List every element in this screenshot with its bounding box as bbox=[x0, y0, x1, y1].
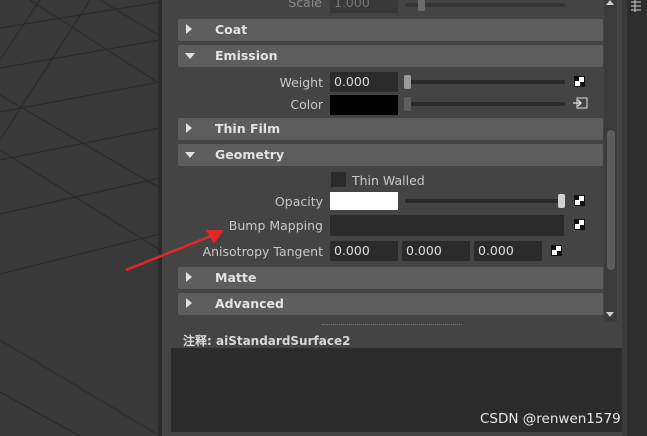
scale-label: Scale bbox=[288, 0, 322, 10]
watermark: CSDN @renwen1579 bbox=[480, 411, 621, 427]
scroll-down-arrow-icon[interactable] bbox=[606, 312, 614, 317]
section-matte[interactable]: Matte bbox=[178, 267, 603, 289]
anisotropy-tangent-x-field[interactable]: 0.000 bbox=[330, 241, 398, 261]
notes-label: 注释: aiStandardSurface2 bbox=[183, 334, 351, 348]
weight-slider[interactable] bbox=[405, 80, 565, 84]
section-emission[interactable]: Emission bbox=[178, 45, 603, 67]
scale-field[interactable]: 1.000 bbox=[330, 0, 398, 13]
section-geometry[interactable]: Geometry bbox=[178, 144, 603, 166]
color-swatch[interactable] bbox=[330, 95, 398, 115]
opacity-slider-handle[interactable] bbox=[558, 194, 565, 208]
section-thin-film[interactable]: Thin Film bbox=[178, 118, 603, 140]
checker-map-icon[interactable] bbox=[574, 219, 585, 230]
checker-map-icon[interactable] bbox=[574, 76, 585, 87]
anisotropy-tangent-z-field[interactable]: 0.000 bbox=[474, 241, 542, 261]
checker-map-icon[interactable] bbox=[574, 195, 585, 206]
section-geometry-label: Geometry bbox=[215, 147, 285, 162]
color-slider-handle[interactable] bbox=[404, 97, 411, 111]
weight-field[interactable]: 0.000 bbox=[330, 72, 398, 92]
checker-map-icon[interactable] bbox=[551, 245, 562, 256]
scroll-up-arrow-icon[interactable] bbox=[606, 0, 614, 5]
viewport-divider[interactable] bbox=[158, 0, 162, 436]
collapse-triangle-icon bbox=[185, 53, 195, 59]
attribute-editor-tab-icon[interactable] bbox=[630, 0, 642, 12]
section-thin-film-label: Thin Film bbox=[215, 121, 281, 136]
color-slider[interactable] bbox=[405, 102, 565, 106]
notes-splitter-handle[interactable] bbox=[322, 324, 462, 327]
scale-slider[interactable] bbox=[405, 3, 565, 7]
section-advanced-label: Advanced bbox=[215, 296, 284, 311]
side-tab-bar bbox=[627, 0, 647, 436]
viewport-grid bbox=[0, 0, 160, 436]
section-advanced[interactable]: Advanced bbox=[178, 293, 603, 315]
anisotropy-tangent-y-field[interactable]: 0.000 bbox=[402, 241, 470, 261]
expand-triangle-icon bbox=[186, 123, 192, 133]
weight-slider-handle[interactable] bbox=[404, 75, 411, 89]
viewport[interactable] bbox=[0, 0, 160, 436]
opacity-slider[interactable] bbox=[405, 199, 565, 203]
thin-walled-checkbox[interactable] bbox=[331, 172, 346, 187]
weight-label: Weight bbox=[279, 75, 323, 90]
scale-slider-handle[interactable] bbox=[418, 0, 425, 11]
expand-triangle-icon bbox=[186, 24, 192, 34]
section-coat[interactable]: Coat bbox=[178, 19, 603, 41]
annotation-arrow bbox=[125, 230, 224, 272]
input-connection-icon[interactable] bbox=[572, 97, 588, 109]
section-emission-label: Emission bbox=[215, 48, 278, 63]
collapse-triangle-icon bbox=[185, 152, 195, 158]
opacity-swatch[interactable] bbox=[330, 192, 398, 210]
bump-mapping-field[interactable] bbox=[330, 215, 564, 236]
section-coat-label: Coat bbox=[215, 22, 248, 37]
scrollbar-thumb[interactable] bbox=[607, 130, 615, 270]
color-label: Color bbox=[290, 97, 323, 112]
opacity-label: Opacity bbox=[274, 194, 323, 209]
thin-walled-label: Thin Walled bbox=[352, 173, 425, 188]
expand-triangle-icon bbox=[186, 298, 192, 308]
